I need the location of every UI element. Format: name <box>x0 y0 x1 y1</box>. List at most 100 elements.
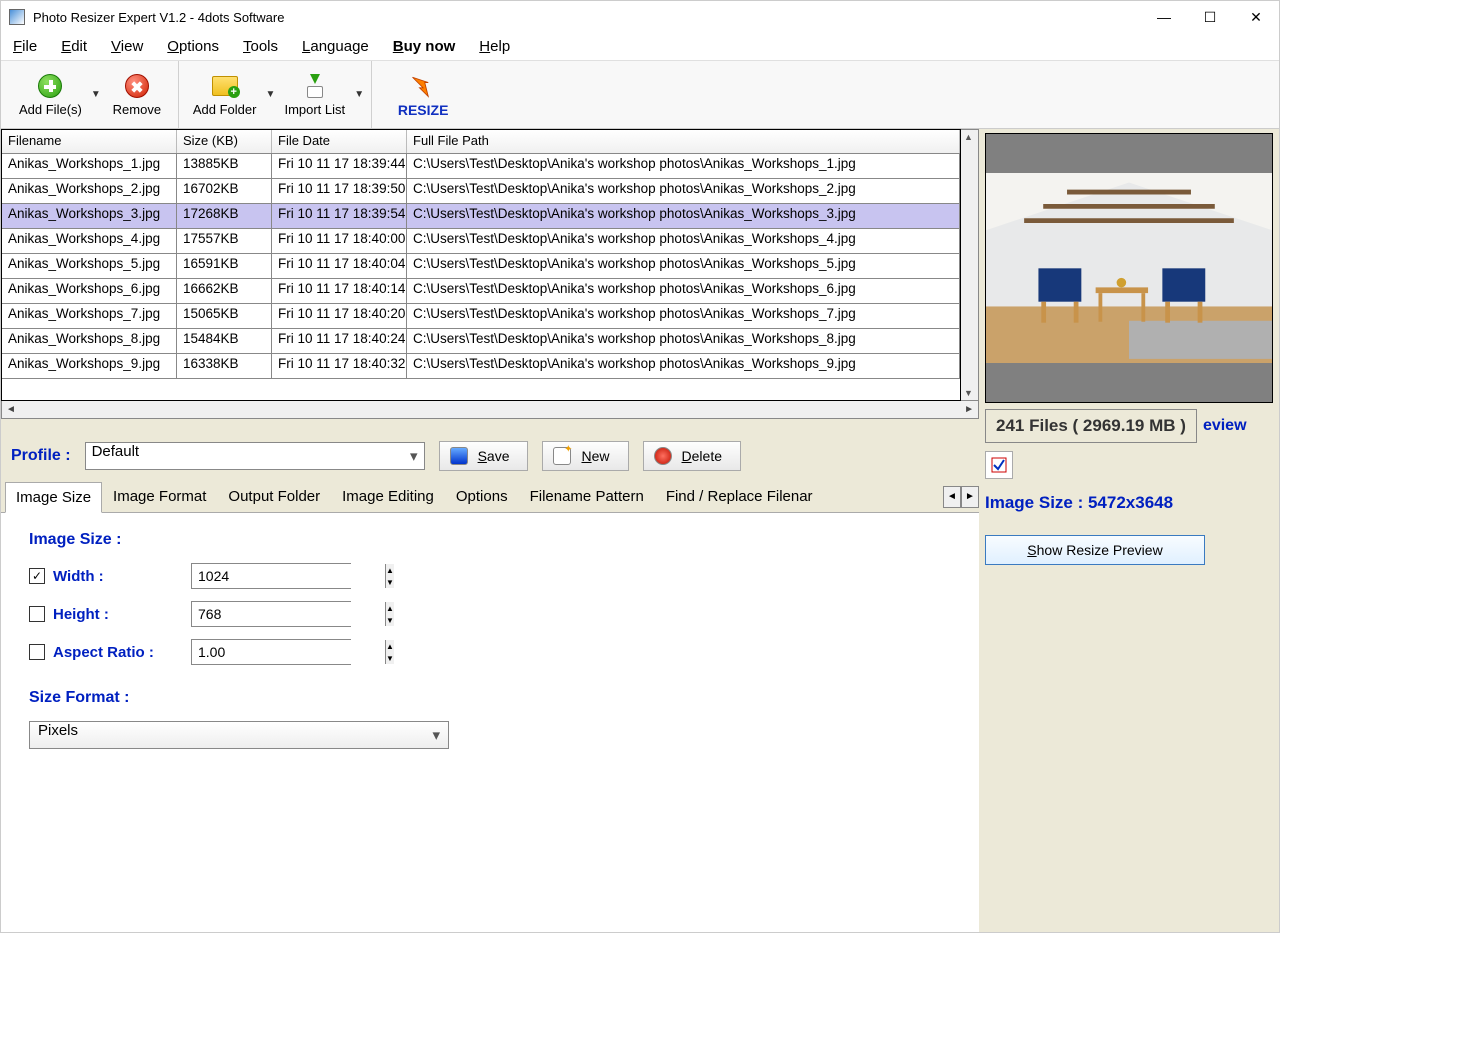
table-row[interactable]: Anikas_Workshops_2.jpg16702KBFri 10 11 1… <box>2 179 960 204</box>
cell-size: 13885KB <box>177 154 272 178</box>
add-files-dropdown[interactable]: ▼ <box>90 61 102 128</box>
file-stats: 241 Files ( 2969.19 MB ) <box>985 409 1197 443</box>
menu-buy-now[interactable]: Buy now <box>393 38 456 55</box>
add-files-button[interactable]: Add File(s) <box>11 68 90 121</box>
maximize-button[interactable]: ☐ <box>1187 2 1233 32</box>
menu-file[interactable]: File <box>13 38 37 55</box>
height-spin-up[interactable]: ▲ <box>386 602 394 614</box>
height-spin-down[interactable]: ▼ <box>386 614 394 626</box>
col-path[interactable]: Full File Path <box>407 130 960 153</box>
cell-path: C:\Users\Test\Desktop\Anika's workshop p… <box>407 329 960 353</box>
cell-filename: Anikas_Workshops_3.jpg <box>2 204 177 228</box>
tab-image-editing[interactable]: Image Editing <box>331 481 445 512</box>
aspect-checkbox[interactable] <box>29 644 45 660</box>
table-row[interactable]: Anikas_Workshops_4.jpg17557KBFri 10 11 1… <box>2 229 960 254</box>
cell-date: Fri 10 11 17 18:39:44 <box>272 154 407 178</box>
cell-path: C:\Users\Test\Desktop\Anika's workshop p… <box>407 354 960 378</box>
app-icon <box>9 9 25 25</box>
table-row[interactable]: Anikas_Workshops_1.jpg13885KBFri 10 11 1… <box>2 154 960 179</box>
col-size[interactable]: Size (KB) <box>177 130 272 153</box>
delete-small-icon <box>654 447 672 465</box>
file-grid-wrap: Filename Size (KB) File Date Full File P… <box>1 129 979 419</box>
grid-horizontal-scrollbar[interactable]: ◄► <box>1 401 979 419</box>
resize-button[interactable]: RESIZE <box>378 68 468 122</box>
width-input[interactable]: ▲▼ <box>191 563 351 589</box>
cell-size: 16662KB <box>177 279 272 303</box>
cell-date: Fri 10 11 17 18:39:50 <box>272 179 407 203</box>
size-format-select[interactable]: Pixels <box>29 721 449 749</box>
width-label: Width : <box>53 568 183 585</box>
profile-select[interactable]: Default <box>85 442 425 470</box>
cell-size: 15484KB <box>177 329 272 353</box>
minimize-button[interactable]: — <box>1141 2 1187 32</box>
grid-vertical-scrollbar[interactable] <box>961 129 979 401</box>
preview-image <box>986 173 1272 364</box>
menu-options[interactable]: Options <box>167 38 219 55</box>
tab-scroll-right[interactable]: ► <box>961 486 979 508</box>
cell-path: C:\Users\Test\Desktop\Anika's workshop p… <box>407 304 960 328</box>
profile-delete-button[interactable]: Delete <box>643 441 741 471</box>
cell-size: 17268KB <box>177 204 272 228</box>
cell-path: C:\Users\Test\Desktop\Anika's workshop p… <box>407 254 960 278</box>
height-input[interactable]: ▲▼ <box>191 601 351 627</box>
aspect-input[interactable]: ▲▼ <box>191 639 351 665</box>
aspect-field[interactable] <box>192 640 385 664</box>
cell-filename: Anikas_Workshops_7.jpg <box>2 304 177 328</box>
table-row[interactable]: Anikas_Workshops_7.jpg15065KBFri 10 11 1… <box>2 304 960 329</box>
aspect-spin-up[interactable]: ▲ <box>386 640 394 652</box>
cell-filename: Anikas_Workshops_9.jpg <box>2 354 177 378</box>
app-window: Photo Resizer Expert V1.2 - 4dots Softwa… <box>0 0 1280 933</box>
left-column: Filename Size (KB) File Date Full File P… <box>1 129 979 932</box>
cell-path: C:\Users\Test\Desktop\Anika's workshop p… <box>407 229 960 253</box>
grid-body: Anikas_Workshops_1.jpg13885KBFri 10 11 1… <box>2 154 960 379</box>
width-field[interactable] <box>192 564 385 588</box>
table-row[interactable]: Anikas_Workshops_8.jpg15484KBFri 10 11 1… <box>2 329 960 354</box>
cell-size: 17557KB <box>177 229 272 253</box>
file-grid[interactable]: Filename Size (KB) File Date Full File P… <box>1 129 961 401</box>
width-spin-up[interactable]: ▲ <box>386 564 394 576</box>
table-row[interactable]: Anikas_Workshops_5.jpg16591KBFri 10 11 1… <box>2 254 960 279</box>
width-spin-down[interactable]: ▼ <box>386 576 394 588</box>
cell-filename: Anikas_Workshops_5.jpg <box>2 254 177 278</box>
tab-filename-pattern[interactable]: Filename Pattern <box>519 481 655 512</box>
profile-new-button[interactable]: New <box>542 441 628 471</box>
delete-icon <box>125 74 149 98</box>
cell-date: Fri 10 11 17 18:39:54 <box>272 204 407 228</box>
tab-options[interactable]: Options <box>445 481 519 512</box>
import-list-button[interactable]: Import List <box>276 68 353 121</box>
close-button[interactable]: ✕ <box>1233 2 1279 32</box>
cell-filename: Anikas_Workshops_1.jpg <box>2 154 177 178</box>
tab-image-format[interactable]: Image Format <box>102 481 217 512</box>
add-folder-dropdown[interactable]: ▼ <box>264 61 276 128</box>
tab-find-replace-filenar[interactable]: Find / Replace Filenar <box>655 481 824 512</box>
image-dimensions: Image Size : 5472x3648 <box>985 493 1273 513</box>
menu-tools[interactable]: Tools <box>243 38 278 55</box>
folder-icon <box>212 76 238 96</box>
menu-view[interactable]: View <box>111 38 143 55</box>
resize-icon <box>409 72 437 100</box>
tab-image-size[interactable]: Image Size <box>5 482 102 513</box>
show-resize-preview-button[interactable]: Show Resize Preview <box>985 535 1205 565</box>
tab-output-folder[interactable]: Output Folder <box>217 481 331 512</box>
height-field[interactable] <box>192 602 385 626</box>
table-row[interactable]: Anikas_Workshops_9.jpg16338KBFri 10 11 1… <box>2 354 960 379</box>
preview-toggle[interactable] <box>985 451 1013 479</box>
cell-size: 16591KB <box>177 254 272 278</box>
cell-path: C:\Users\Test\Desktop\Anika's workshop p… <box>407 179 960 203</box>
table-row[interactable]: Anikas_Workshops_3.jpg17268KBFri 10 11 1… <box>2 204 960 229</box>
menu-edit[interactable]: Edit <box>61 38 87 55</box>
menu-help[interactable]: Help <box>479 38 510 55</box>
aspect-spin-down[interactable]: ▼ <box>386 652 394 664</box>
remove-button[interactable]: Remove <box>102 68 172 121</box>
width-checkbox[interactable]: ✓ <box>29 568 45 584</box>
table-row[interactable]: Anikas_Workshops_6.jpg16662KBFri 10 11 1… <box>2 279 960 304</box>
height-checkbox[interactable] <box>29 606 45 622</box>
col-filename[interactable]: Filename <box>2 130 177 153</box>
cell-filename: Anikas_Workshops_8.jpg <box>2 329 177 353</box>
import-list-dropdown[interactable]: ▼ <box>353 61 365 128</box>
add-folder-button[interactable]: Add Folder <box>185 68 265 121</box>
col-date[interactable]: File Date <box>272 130 407 153</box>
profile-save-button[interactable]: Save <box>439 441 529 471</box>
menu-language[interactable]: Language <box>302 38 369 55</box>
tab-scroll-left[interactable]: ◄ <box>943 486 961 508</box>
